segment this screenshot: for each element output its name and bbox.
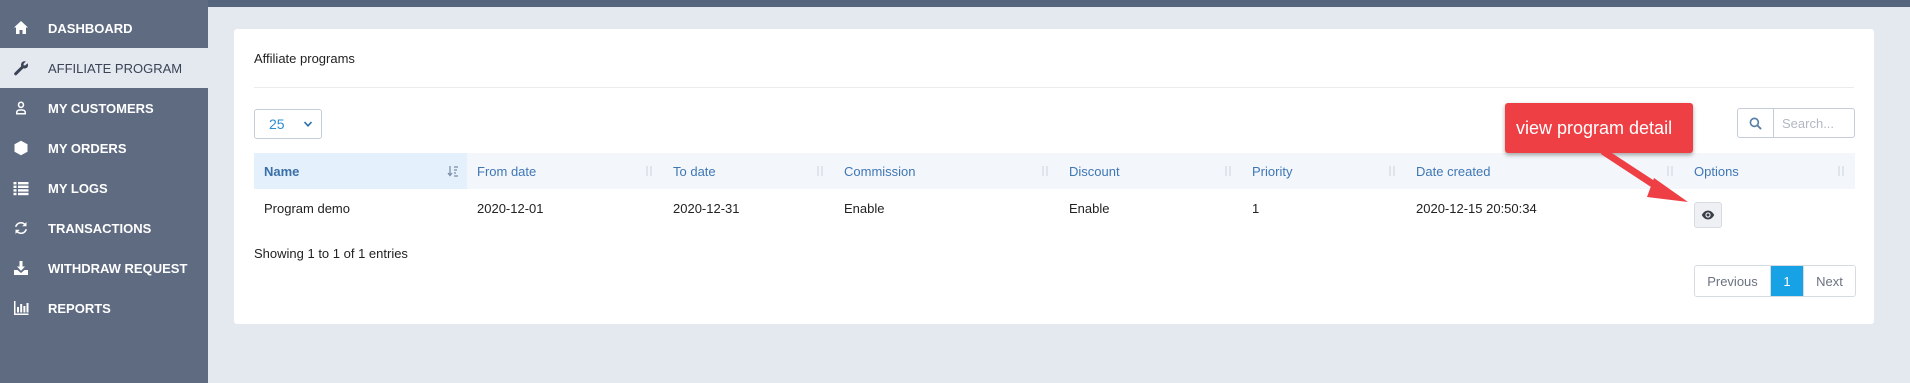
sort-icon — [1389, 166, 1395, 176]
page-length-value: 25 — [269, 116, 285, 132]
refresh-icon — [12, 220, 30, 236]
sidebar-item-label: MY CUSTOMERS — [48, 101, 154, 116]
annotation-callout: view program detail — [1505, 103, 1693, 153]
column-header-label: To date — [673, 163, 716, 179]
column-header-label: From date — [477, 163, 537, 179]
page-length-select[interactable]: 25 — [254, 109, 322, 139]
chevron-down-icon — [303, 121, 313, 127]
table-info: Showing 1 to 1 of 1 entries — [254, 246, 408, 261]
column-header-commission[interactable]: Commission — [834, 153, 1059, 189]
sort-icon — [817, 166, 823, 176]
download-icon — [12, 260, 30, 276]
sidebar: DASHBOARD AFFILIATE PROGRAM MY CUSTOMERS… — [0, 0, 208, 383]
sort-ascending-icon — [447, 166, 458, 177]
sidebar-item-label: MY ORDERS — [48, 141, 127, 156]
column-header-options[interactable]: Options — [1684, 153, 1855, 189]
sidebar-item-affiliate-program[interactable]: AFFILIATE PROGRAM — [0, 48, 208, 88]
panel-divider — [254, 87, 1854, 88]
annotation-arrow — [1600, 148, 1688, 202]
sidebar-item-my-logs[interactable]: MY LOGS — [0, 168, 208, 208]
column-header-label: Discount — [1069, 163, 1120, 179]
cell-priority: 1 — [1252, 200, 1260, 216]
sidebar-item-label: TRANSACTIONS — [48, 221, 152, 236]
cell-name: Program demo — [264, 200, 350, 216]
column-header-from-date[interactable]: From date — [467, 153, 663, 189]
cell-to-date: 2020-12-31 — [673, 200, 740, 216]
column-header-to-date[interactable]: To date — [663, 153, 834, 189]
bar-chart-icon — [12, 300, 30, 316]
search-box — [1737, 108, 1855, 138]
box-icon — [12, 140, 30, 156]
column-header-priority[interactable]: Priority — [1242, 153, 1406, 189]
next-page-button[interactable]: Next — [1803, 266, 1855, 296]
sidebar-item-dashboard[interactable]: DASHBOARD — [0, 8, 208, 48]
sidebar-item-label: DASHBOARD — [48, 21, 133, 36]
list-icon — [12, 180, 30, 196]
wrench-icon — [12, 60, 30, 76]
pagination: Previous 1 Next — [1694, 265, 1856, 297]
cell-date-created: 2020-12-15 20:50:34 — [1416, 200, 1537, 216]
view-program-button[interactable] — [1694, 202, 1722, 228]
column-header-discount[interactable]: Discount — [1059, 153, 1242, 189]
search-button[interactable] — [1738, 109, 1774, 137]
search-input[interactable] — [1774, 109, 1854, 137]
sidebar-item-withdraw-request[interactable]: WITHDRAW REQUEST — [0, 248, 208, 288]
cell-discount: Enable — [1069, 200, 1110, 216]
sidebar-item-transactions[interactable]: TRANSACTIONS — [0, 208, 208, 248]
sidebar-item-label: WITHDRAW REQUEST — [48, 261, 188, 276]
top-bar — [0, 0, 1910, 7]
panel-title: Affiliate programs — [254, 51, 355, 66]
annotation-text: view program detail — [1516, 117, 1673, 138]
sort-icon — [1042, 166, 1048, 176]
sidebar-item-my-customers[interactable]: MY CUSTOMERS — [0, 88, 208, 128]
user-icon — [12, 100, 30, 116]
sidebar-item-label: REPORTS — [48, 301, 111, 316]
column-header-label: Name — [264, 163, 300, 179]
search-icon — [1749, 117, 1762, 130]
column-header-label: Options — [1694, 163, 1739, 179]
sidebar-item-reports[interactable]: REPORTS — [0, 288, 208, 328]
cell-commission: Enable — [844, 200, 885, 216]
eye-icon — [1701, 210, 1715, 220]
cell-from-date: 2020-12-01 — [477, 200, 544, 216]
sort-icon — [1225, 166, 1231, 176]
sidebar-item-my-orders[interactable]: MY ORDERS — [0, 128, 208, 168]
sort-icon — [1838, 166, 1844, 176]
column-header-label: Commission — [844, 163, 916, 179]
sidebar-item-label: MY LOGS — [48, 181, 108, 196]
sort-icon — [646, 166, 652, 176]
column-header-label: Priority — [1252, 163, 1293, 179]
current-page-button[interactable]: 1 — [1771, 266, 1803, 296]
sidebar-item-label: AFFILIATE PROGRAM — [48, 61, 183, 76]
previous-page-button[interactable]: Previous — [1695, 266, 1771, 296]
home-icon — [12, 20, 30, 36]
column-header-name[interactable]: Name — [254, 153, 467, 189]
column-header-label: Date created — [1416, 163, 1491, 179]
